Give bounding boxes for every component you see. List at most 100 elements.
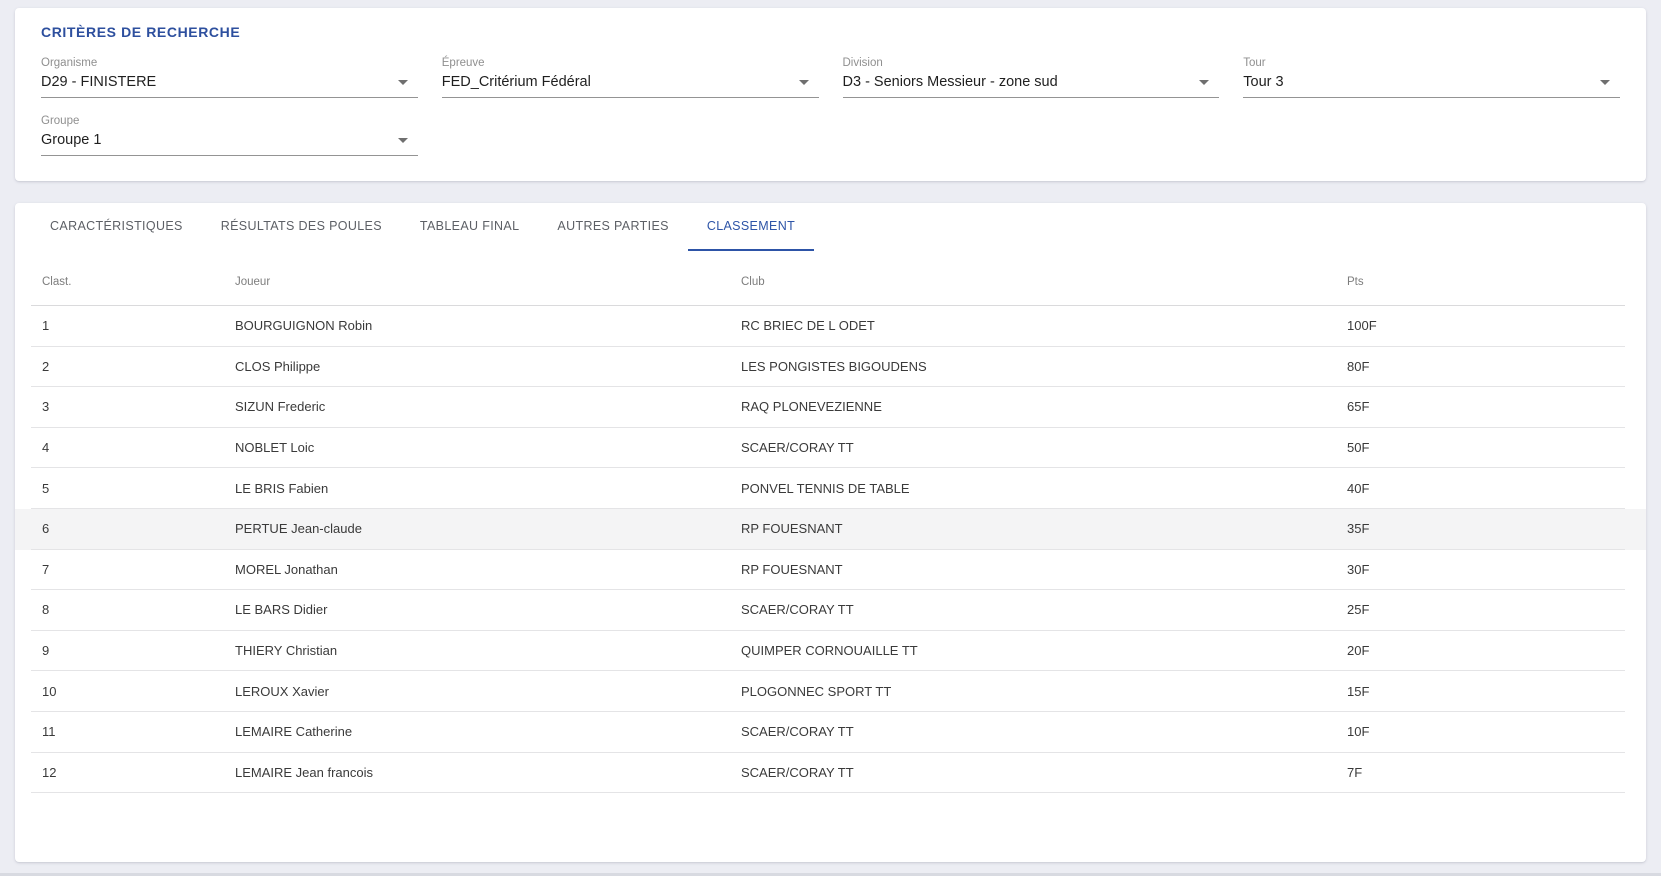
cell-rank: 2 [31,359,235,374]
cell-rank: 6 [31,521,235,536]
cell-rank: 8 [31,602,235,617]
table-body: 1BOURGUIGNON RobinRC BRIEC DE L ODET100F… [15,306,1646,793]
cell-club: RP FOUESNANT [741,521,1347,536]
cell-club: RAQ PLONEVEZIENNE [741,399,1347,414]
cell-player: NOBLET Loic [235,440,741,455]
tour-label: Tour [1243,57,1620,69]
table-row[interactable]: 2CLOS PhilippeLES PONGISTES BIGOUDENS80F [15,347,1646,388]
cell-points: 20F [1347,643,1625,658]
tab-resultats-des-poules[interactable]: RÉSULTATS DES POULES [202,203,401,251]
organisme-label: Organisme [41,57,418,69]
cell-club: PLOGONNEC SPORT TT [741,684,1347,699]
table-row[interactable]: 12LEMAIRE Jean francoisSCAER/CORAY TT7F [15,753,1646,794]
cell-club: RC BRIEC DE L ODET [741,318,1347,333]
groupe-value: Groupe 1 [41,132,101,148]
cell-rank: 1 [31,318,235,333]
cell-rank: 7 [31,562,235,577]
cell-player: LEMAIRE Catherine [235,724,741,739]
division-select[interactable]: D3 - Seniors Messieur - zone sud [843,72,1220,98]
cell-player: BOURGUIGNON Robin [235,318,741,333]
cell-player: PERTUE Jean-claude [235,521,741,536]
cell-rank: 5 [31,481,235,496]
chevron-down-icon [799,80,809,85]
cell-player: LE BARS Didier [235,602,741,617]
tour-select[interactable]: Tour 3 [1243,72,1620,98]
cell-rank: 10 [31,684,235,699]
cell-points: 10F [1347,724,1625,739]
criteria-fields: Organisme D29 - FINISTERE Épreuve FED_Cr… [41,57,1620,156]
criteria-title: CRITÈRES DE RECHERCHE [41,24,1620,40]
cell-player: CLOS Philippe [235,359,741,374]
table-row[interactable]: 4NOBLET LoicSCAER/CORAY TT50F [15,428,1646,469]
organisme-select[interactable]: D29 - FINISTERE [41,72,418,98]
tab-classement[interactable]: CLASSEMENT [688,203,814,251]
cell-club: LES PONGISTES BIGOUDENS [741,359,1347,374]
cell-player: MOREL Jonathan [235,562,741,577]
table-row[interactable]: 6PERTUE Jean-claudeRP FOUESNANT35F [15,509,1646,550]
table-row[interactable]: 10LEROUX XavierPLOGONNEC SPORT TT15F [15,671,1646,712]
cell-rank: 3 [31,399,235,414]
field-division: Division D3 - Seniors Messieur - zone su… [843,57,1220,98]
table-row[interactable]: 9THIERY ChristianQUIMPER CORNOUAILLE TT2… [15,631,1646,672]
chevron-down-icon [398,138,408,143]
epreuve-label: Épreuve [442,57,819,69]
field-tour: Tour Tour 3 [1243,57,1620,98]
cell-points: 30F [1347,562,1625,577]
tab-tableau-final[interactable]: TABLEAU FINAL [401,203,538,251]
cell-rank: 9 [31,643,235,658]
cell-club: RP FOUESNANT [741,562,1347,577]
cell-club: PONVEL TENNIS DE TABLE [741,481,1347,496]
cell-player: THIERY Christian [235,643,741,658]
cell-points: 65F [1347,399,1625,414]
tour-value: Tour 3 [1243,74,1283,90]
results-panel: CARACTÉRISTIQUESRÉSULTATS DES POULESTABL… [15,203,1646,862]
tabs: CARACTÉRISTIQUESRÉSULTATS DES POULESTABL… [15,203,1646,251]
table-row[interactable]: 7MOREL JonathanRP FOUESNANT30F [15,550,1646,591]
cell-points: 15F [1347,684,1625,699]
cell-points: 40F [1347,481,1625,496]
column-header-rank: Clast. [31,276,235,288]
table-row[interactable]: 3SIZUN FredericRAQ PLONEVEZIENNE65F [15,387,1646,428]
epreuve-select[interactable]: FED_Critérium Fédéral [442,72,819,98]
column-header-points: Pts [1347,276,1625,288]
division-value: D3 - Seniors Messieur - zone sud [843,74,1058,90]
tab-autres-parties[interactable]: AUTRES PARTIES [538,203,687,251]
chevron-down-icon [398,80,408,85]
field-epreuve: Épreuve FED_Critérium Fédéral [442,57,819,98]
field-organisme: Organisme D29 - FINISTERE [41,57,418,98]
table-row[interactable]: 8LE BARS DidierSCAER/CORAY TT25F [15,590,1646,631]
table-header-row: Clast. Joueur Club Pts [15,259,1646,306]
chevron-down-icon [1600,80,1610,85]
organisme-value: D29 - FINISTERE [41,74,156,90]
column-header-club: Club [741,276,1347,288]
cell-club: SCAER/CORAY TT [741,602,1347,617]
cell-player: SIZUN Frederic [235,399,741,414]
ranking-table: Clast. Joueur Club Pts 1BOURGUIGNON Robi… [15,259,1646,793]
cell-club: SCAER/CORAY TT [741,765,1347,780]
cell-club: QUIMPER CORNOUAILLE TT [741,643,1347,658]
table-row[interactable]: 11LEMAIRE CatherineSCAER/CORAY TT10F [15,712,1646,753]
division-label: Division [843,57,1220,69]
cell-player: LE BRIS Fabien [235,481,741,496]
column-header-player: Joueur [235,276,741,288]
cell-rank: 11 [31,724,235,739]
groupe-label: Groupe [41,115,418,127]
table-row[interactable]: 5LE BRIS FabienPONVEL TENNIS DE TABLE40F [15,468,1646,509]
cell-player: LEMAIRE Jean francois [235,765,741,780]
cell-points: 50F [1347,440,1625,455]
cell-points: 80F [1347,359,1625,374]
cell-points: 35F [1347,521,1625,536]
cell-player: LEROUX Xavier [235,684,741,699]
groupe-select[interactable]: Groupe 1 [41,130,418,156]
epreuve-value: FED_Critérium Fédéral [442,74,591,90]
tab-caracteristiques[interactable]: CARACTÉRISTIQUES [31,203,202,251]
chevron-down-icon [1199,80,1209,85]
cell-rank: 4 [31,440,235,455]
cell-club: SCAER/CORAY TT [741,724,1347,739]
cell-club: SCAER/CORAY TT [741,440,1347,455]
cell-points: 100F [1347,318,1625,333]
table-row[interactable]: 1BOURGUIGNON RobinRC BRIEC DE L ODET100F [15,306,1646,347]
cell-rank: 12 [31,765,235,780]
field-groupe: Groupe Groupe 1 [41,115,418,156]
cell-points: 25F [1347,602,1625,617]
